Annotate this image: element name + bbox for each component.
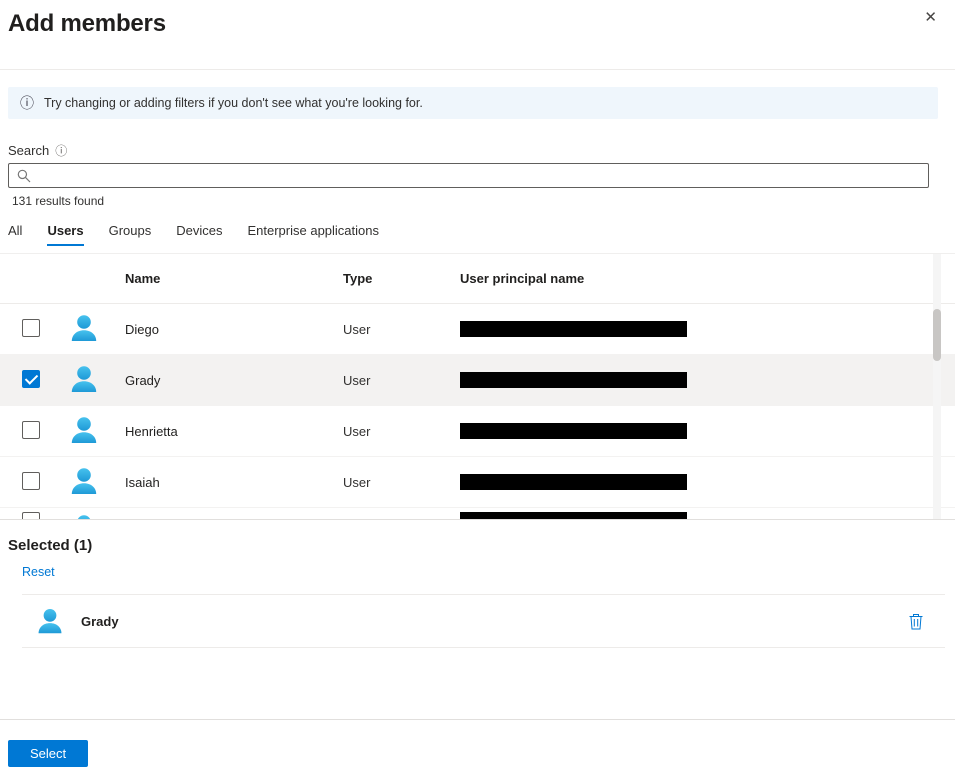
search-info-icon: ⓘ: [55, 145, 67, 157]
search-input[interactable]: [38, 164, 920, 187]
tab-groups[interactable]: Groups: [109, 223, 152, 246]
results-table: Name Type User principal name Diego User…: [0, 253, 955, 520]
row-checkbox[interactable]: [22, 370, 40, 388]
tab-all[interactable]: All: [8, 223, 22, 246]
page-title: Add members: [8, 10, 955, 38]
user-avatar-icon: [35, 606, 65, 636]
search-box[interactable]: [8, 163, 929, 188]
add-members-panel: Add members ✕ ⓘ Try changing or adding f…: [0, 0, 955, 771]
user-avatar-icon: [68, 414, 100, 446]
column-header-upn: User principal name: [460, 271, 923, 286]
filter-tabs: All Users Groups Devices Enterprise appl…: [8, 223, 955, 246]
search-label: Search: [8, 143, 49, 158]
row-type: User: [343, 373, 460, 388]
user-avatar-icon: [68, 465, 100, 497]
row-type: User: [343, 424, 460, 439]
redacted-upn: [460, 474, 687, 490]
table-row[interactable]: Grady User: [0, 355, 955, 406]
row-checkbox[interactable]: [22, 512, 40, 520]
selected-section-title: Selected (1): [8, 537, 955, 554]
table-row[interactable]: Henrietta User: [0, 406, 955, 457]
row-checkbox[interactable]: [22, 421, 40, 439]
row-name: Isaiah: [125, 475, 343, 490]
results-count: 131 results found: [12, 194, 955, 208]
row-type: User: [343, 322, 460, 337]
table-row[interactable]: Diego User: [0, 304, 955, 355]
redacted-upn: [460, 321, 687, 337]
redacted-upn: [460, 423, 687, 439]
redacted-upn: [460, 372, 687, 388]
selected-item: Grady: [22, 595, 945, 647]
close-icon[interactable]: ✕: [924, 10, 937, 25]
remove-selected-button[interactable]: [906, 611, 926, 632]
user-avatar-icon: [68, 312, 100, 344]
trash-icon: [908, 613, 924, 630]
info-banner-text: Try changing or adding filters if you do…: [44, 96, 423, 110]
search-label-row: Search ⓘ: [8, 143, 955, 158]
row-name: Grady: [125, 373, 343, 388]
selected-list: Grady: [22, 594, 945, 648]
row-type: User: [343, 475, 460, 490]
table-row[interactable]: Isaiah User: [0, 457, 955, 508]
table-scrollbar-thumb[interactable]: [933, 309, 941, 361]
panel-footer: Select: [0, 719, 955, 767]
tab-enterprise-applications[interactable]: Enterprise applications: [247, 223, 379, 246]
column-header-name: Name: [125, 271, 343, 286]
table-header-row: Name Type User principal name: [0, 254, 955, 304]
column-header-type: Type: [343, 271, 460, 286]
selected-item-name: Grady: [81, 614, 119, 629]
row-name: Henrietta: [125, 424, 343, 439]
search-icon: [17, 169, 31, 183]
user-avatar-icon: [68, 512, 100, 520]
row-checkbox[interactable]: [22, 472, 40, 490]
table-scrollbar[interactable]: [933, 254, 941, 519]
info-banner: ⓘ Try changing or adding filters if you …: [8, 87, 938, 119]
row-checkbox[interactable]: [22, 319, 40, 337]
user-avatar-icon: [68, 363, 100, 395]
select-button[interactable]: Select: [8, 740, 88, 767]
redacted-upn: [460, 512, 687, 520]
tab-users[interactable]: Users: [47, 223, 83, 246]
row-name: Diego: [125, 322, 343, 337]
info-icon: ⓘ: [20, 96, 34, 110]
table-row[interactable]: [0, 508, 955, 520]
reset-link[interactable]: Reset: [22, 565, 55, 579]
panel-header: Add members ✕: [0, 0, 955, 70]
tab-devices[interactable]: Devices: [176, 223, 222, 246]
